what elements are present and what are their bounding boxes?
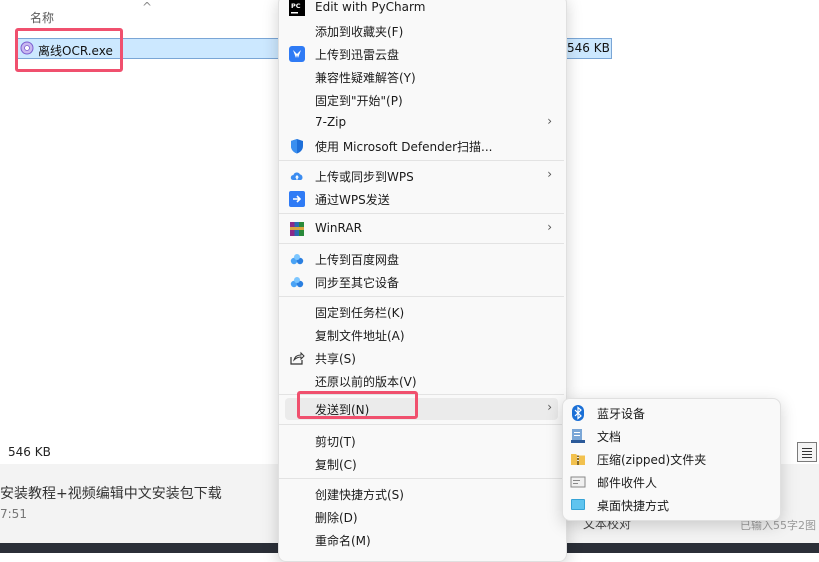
menu-item-wps-send[interactable]: 通过WPS发送 [285,188,558,210]
editor-document-title: 安装教程+视频编辑中文安装包下载 [0,486,222,502]
menu-item-copy[interactable]: 复制(C) [285,453,558,475]
sendto-item-mail[interactable]: 邮件收件人 [568,471,773,493]
defender-shield-icon [291,139,303,154]
menu-item-restore-versions[interactable]: 还原以前的版本(V) [285,370,558,392]
chevron-right-icon: › [547,167,552,181]
menu-item-edit-pycharm[interactable]: PC Edit with PyCharm [285,0,558,19]
zip-folder-icon [571,454,585,465]
chevron-right-icon: › [547,400,552,414]
menu-separator [279,478,564,479]
details-view-button[interactable] [797,442,817,462]
documents-icon [571,429,585,443]
menu-item-copy-path[interactable]: 复制文件地址(A) [285,324,558,346]
baidu-sync-icon [290,277,304,288]
menu-item-delete[interactable]: 删除(D) [285,506,558,528]
menu-item-defender-scan[interactable]: 使用 Microsoft Defender扫描... [285,135,558,157]
menu-item-share[interactable]: 共享(S) [285,347,558,369]
menu-separator [279,424,564,425]
menu-separator [279,243,564,244]
baidu-netdisk-icon [290,254,304,265]
bluetooth-icon [572,405,584,421]
menu-item-winrar[interactable]: WinRAR › [285,218,558,240]
chevron-right-icon: › [547,114,552,128]
sendto-item-bluetooth[interactable]: 蓝牙设备 [568,402,773,424]
menu-item-wps-sync[interactable]: 上传或同步到WPS › [285,165,558,187]
menu-item-add-favorites[interactable]: 添加到收藏夹(F) [285,20,558,42]
sendto-item-documents[interactable]: 文档 [568,425,773,447]
chevron-right-icon: › [547,220,552,234]
annotation-box-send-to [297,391,418,419]
menu-item-pin-taskbar[interactable]: 固定到任务栏(K) [285,301,558,323]
wps-cloud-upload-icon [290,172,303,180]
menu-item-create-shortcut[interactable]: 创建快捷方式(S) [285,483,558,505]
wps-send-icon [289,191,305,207]
annotation-box-file [15,28,123,72]
menu-item-pin-start[interactable]: 固定到"开始"(P) [285,89,558,111]
sort-up-icon: ^ [142,0,153,14]
menu-item-cut[interactable]: 剪切(T) [285,430,558,452]
share-icon [290,351,305,365]
status-selected-size: 546 KB [8,445,51,459]
file-size: 546 KB [567,41,610,55]
menu-item-compat-troubleshoot[interactable]: 兼容性疑难解答(Y) [285,66,558,88]
menu-item-baidu-upload[interactable]: 上传到百度网盘 [285,248,558,270]
menu-item-thunder-upload[interactable]: 上传到迅雷云盘 [285,43,558,65]
thunder-cloud-icon [289,46,305,62]
menu-item-rename[interactable]: 重命名(M) [285,529,558,551]
column-header-name[interactable]: 名称 [30,9,54,26]
sendto-item-zip[interactable]: 压缩(zipped)文件夹 [568,448,773,470]
mail-recipient-icon [570,476,586,488]
desktop-shortcut-icon [571,499,585,510]
menu-separator [279,213,564,214]
pycharm-icon: PC [289,0,305,16]
editor-time: 7:51 [0,507,27,521]
svg-text:PC: PC [291,2,301,10]
winrar-icon [290,222,304,236]
menu-item-baidu-sync[interactable]: 同步至其它设备 [285,271,558,293]
menu-item-7zip[interactable]: 7-Zip › [285,112,558,134]
menu-separator [279,296,564,297]
sendto-item-desktop[interactable]: 桌面快捷方式 [568,494,773,516]
menu-separator [279,160,564,161]
